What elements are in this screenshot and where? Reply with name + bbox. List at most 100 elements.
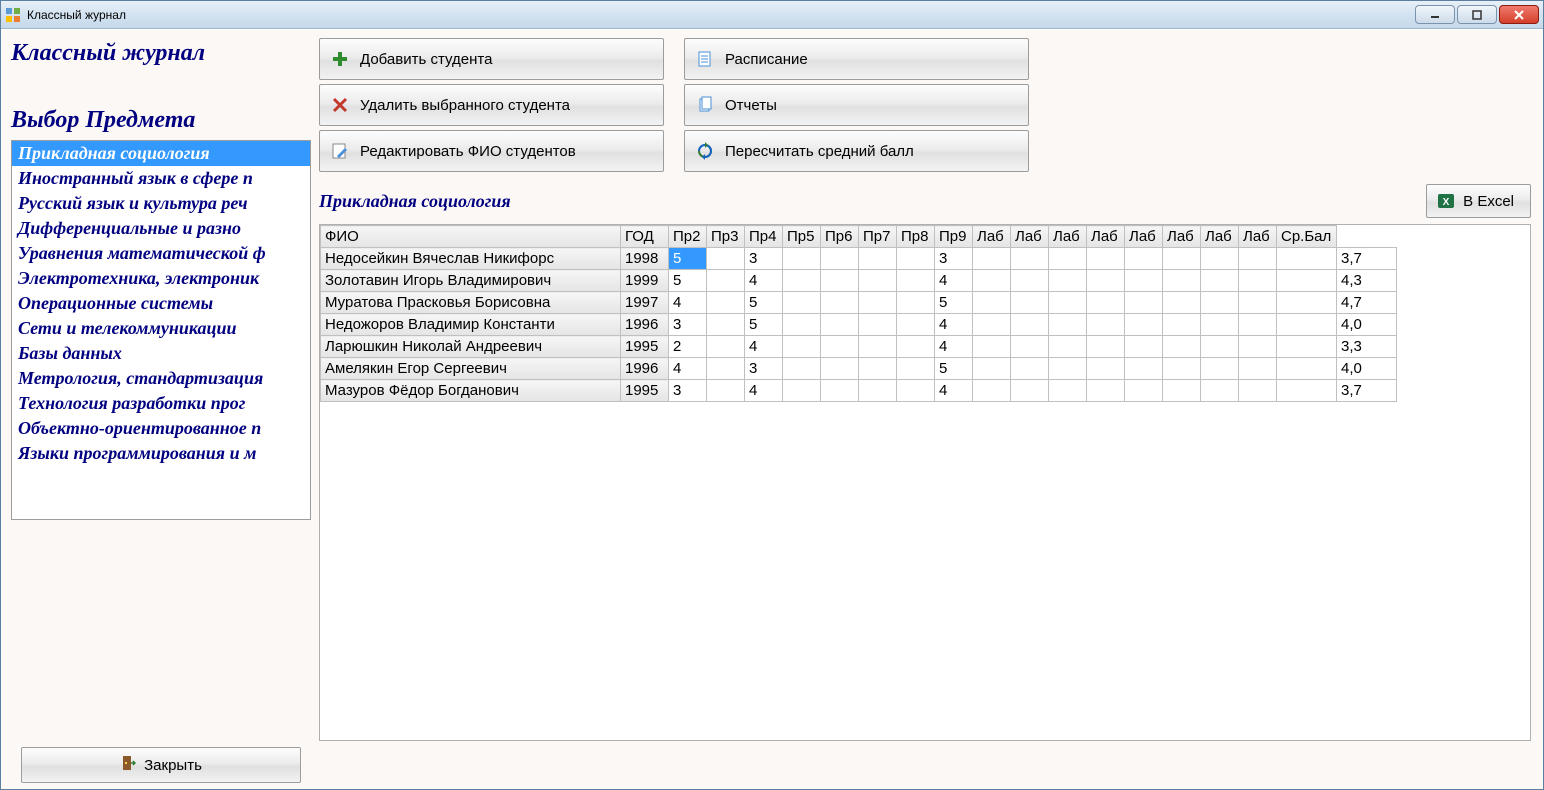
grade-cell[interactable] bbox=[1239, 314, 1277, 336]
grade-cell[interactable] bbox=[1125, 380, 1163, 402]
table-row[interactable]: Ларюшкин Николай Андреевич19952443,3 bbox=[321, 336, 1397, 358]
grade-cell[interactable] bbox=[707, 336, 745, 358]
grade-cell[interactable] bbox=[1087, 380, 1125, 402]
grade-cell[interactable] bbox=[707, 270, 745, 292]
grade-cell[interactable] bbox=[707, 314, 745, 336]
grade-cell[interactable] bbox=[1201, 270, 1239, 292]
grade-cell[interactable] bbox=[1087, 336, 1125, 358]
subject-item[interactable]: Метрология, стандартизация bbox=[12, 366, 310, 391]
grade-cell[interactable] bbox=[859, 270, 897, 292]
grade-cell[interactable] bbox=[707, 380, 745, 402]
fio-cell[interactable]: Недосейкин Вячеслав Никифорс bbox=[321, 248, 621, 270]
year-cell[interactable]: 1997 bbox=[621, 292, 669, 314]
grade-cell[interactable] bbox=[1277, 292, 1337, 314]
grade-cell[interactable] bbox=[1087, 314, 1125, 336]
subject-item[interactable]: Операционные системы bbox=[12, 291, 310, 316]
grade-cell[interactable] bbox=[897, 358, 935, 380]
grade-cell[interactable]: 3 bbox=[745, 248, 783, 270]
edit-fio-button[interactable]: Редактировать ФИО студентов bbox=[319, 130, 664, 172]
grade-cell[interactable] bbox=[859, 336, 897, 358]
delete-student-button[interactable]: Удалить выбранного студента bbox=[319, 84, 664, 126]
column-header[interactable]: Пр2 bbox=[669, 226, 707, 248]
grade-cell[interactable] bbox=[783, 270, 821, 292]
grade-cell[interactable] bbox=[973, 292, 1011, 314]
grade-cell[interactable] bbox=[1011, 336, 1049, 358]
grade-cell[interactable] bbox=[1125, 270, 1163, 292]
grade-cell[interactable]: 2 bbox=[669, 336, 707, 358]
avg-cell[interactable]: 3,3 bbox=[1337, 336, 1397, 358]
grade-cell[interactable] bbox=[1087, 270, 1125, 292]
subject-item[interactable]: Базы данных bbox=[12, 341, 310, 366]
column-header[interactable]: Лаб bbox=[1239, 226, 1277, 248]
fio-cell[interactable]: Амелякин Егор Сергеевич bbox=[321, 358, 621, 380]
year-cell[interactable]: 1999 bbox=[621, 270, 669, 292]
grade-cell[interactable] bbox=[1049, 248, 1087, 270]
subject-item[interactable]: Уравнения математической ф bbox=[12, 241, 310, 266]
grade-cell[interactable] bbox=[1049, 358, 1087, 380]
grade-cell[interactable] bbox=[821, 292, 859, 314]
year-cell[interactable]: 1995 bbox=[621, 336, 669, 358]
avg-cell[interactable]: 3,7 bbox=[1337, 380, 1397, 402]
grade-cell[interactable] bbox=[1011, 314, 1049, 336]
table-row[interactable]: Мазуров Фёдор Богданович19953443,7 bbox=[321, 380, 1397, 402]
column-header[interactable]: Пр3 bbox=[707, 226, 745, 248]
grade-cell[interactable] bbox=[897, 380, 935, 402]
subject-item[interactable]: Объектно-ориентированное п bbox=[12, 416, 310, 441]
subject-item[interactable]: Технология разработки прог bbox=[12, 391, 310, 416]
grade-cell[interactable] bbox=[1011, 380, 1049, 402]
grade-cell[interactable] bbox=[1201, 358, 1239, 380]
year-cell[interactable]: 1996 bbox=[621, 314, 669, 336]
recalc-button[interactable]: Пересчитать средний балл bbox=[684, 130, 1029, 172]
grade-cell[interactable] bbox=[821, 358, 859, 380]
grade-cell[interactable] bbox=[821, 270, 859, 292]
grades-grid[interactable]: ФИОГОДПр2Пр3Пр4Пр5Пр6Пр7Пр8Пр9ЛабЛабЛабЛ… bbox=[319, 224, 1531, 741]
grade-cell[interactable] bbox=[1201, 248, 1239, 270]
table-row[interactable]: Муратова Прасковья Борисовна19974554,7 bbox=[321, 292, 1397, 314]
grade-cell[interactable]: 4 bbox=[935, 380, 973, 402]
grade-cell[interactable] bbox=[859, 380, 897, 402]
grade-cell[interactable] bbox=[897, 270, 935, 292]
fio-cell[interactable]: Ларюшкин Николай Андреевич bbox=[321, 336, 621, 358]
grade-cell[interactable] bbox=[859, 358, 897, 380]
grade-cell[interactable]: 3 bbox=[745, 358, 783, 380]
grade-cell[interactable] bbox=[1163, 248, 1201, 270]
column-header[interactable]: Лаб bbox=[1049, 226, 1087, 248]
grade-cell[interactable] bbox=[1277, 358, 1337, 380]
grade-cell[interactable] bbox=[1239, 292, 1277, 314]
subject-item[interactable]: Языки программирования и м bbox=[12, 441, 310, 466]
subject-item[interactable]: Электротехника, электроник bbox=[12, 266, 310, 291]
grade-cell[interactable] bbox=[1125, 358, 1163, 380]
grade-cell[interactable] bbox=[897, 292, 935, 314]
reports-button[interactable]: Отчеты bbox=[684, 84, 1029, 126]
grade-cell[interactable] bbox=[1277, 380, 1337, 402]
grade-cell[interactable] bbox=[1201, 292, 1239, 314]
grade-cell[interactable] bbox=[1087, 358, 1125, 380]
grade-cell[interactable]: 4 bbox=[935, 314, 973, 336]
grade-cell[interactable] bbox=[821, 380, 859, 402]
grade-cell[interactable] bbox=[1049, 292, 1087, 314]
grade-cell[interactable]: 4 bbox=[669, 292, 707, 314]
avg-cell[interactable]: 3,7 bbox=[1337, 248, 1397, 270]
grade-cell[interactable] bbox=[1087, 292, 1125, 314]
grade-cell[interactable] bbox=[1011, 358, 1049, 380]
grade-cell[interactable] bbox=[707, 248, 745, 270]
add-student-button[interactable]: Добавить студента bbox=[319, 38, 664, 80]
year-cell[interactable]: 1998 bbox=[621, 248, 669, 270]
grade-cell[interactable] bbox=[1239, 248, 1277, 270]
grade-cell[interactable] bbox=[1163, 358, 1201, 380]
column-header[interactable]: Пр5 bbox=[783, 226, 821, 248]
grade-cell[interactable] bbox=[821, 248, 859, 270]
grade-cell[interactable] bbox=[973, 380, 1011, 402]
avg-cell[interactable]: 4,3 bbox=[1337, 270, 1397, 292]
grade-cell[interactable] bbox=[973, 358, 1011, 380]
grade-cell[interactable]: 5 bbox=[669, 270, 707, 292]
column-header[interactable]: Пр7 bbox=[859, 226, 897, 248]
grade-cell[interactable] bbox=[1201, 314, 1239, 336]
grade-cell[interactable]: 4 bbox=[745, 336, 783, 358]
avg-cell[interactable]: 4,7 bbox=[1337, 292, 1397, 314]
grade-cell[interactable] bbox=[1201, 336, 1239, 358]
column-header[interactable]: Лаб bbox=[1125, 226, 1163, 248]
grade-cell[interactable]: 5 bbox=[745, 314, 783, 336]
grade-cell[interactable] bbox=[821, 314, 859, 336]
grade-cell[interactable] bbox=[821, 336, 859, 358]
